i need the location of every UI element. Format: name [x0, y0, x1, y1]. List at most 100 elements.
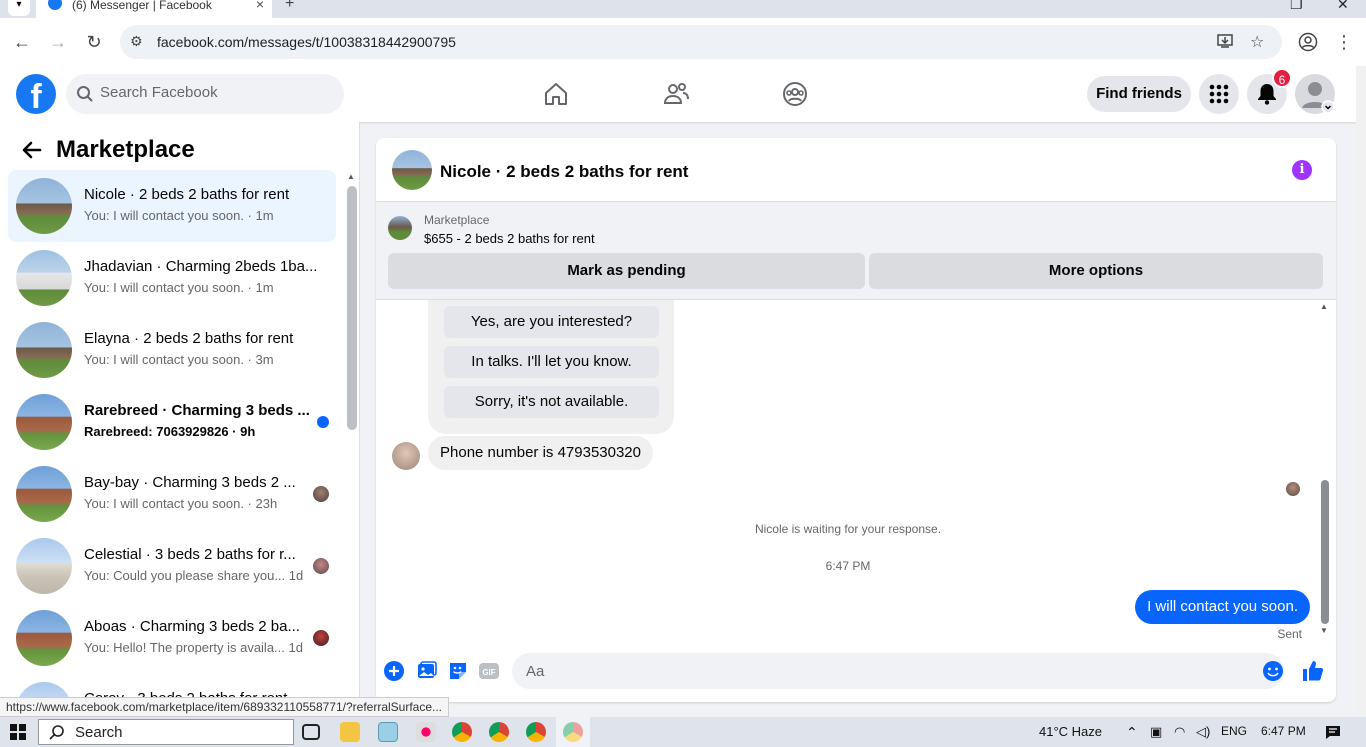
incoming-message: Phone number is 4793530320: [428, 436, 653, 470]
gif-icon[interactable]: GIF: [478, 660, 500, 682]
friends-icon[interactable]: [662, 80, 690, 108]
window-close-icon[interactable]: ✕: [1337, 0, 1349, 13]
conversation-name: Jhadavian · Charming 2beds 1ba...: [84, 258, 318, 275]
conversation-item[interactable]: Bay-bay · Charming 3 beds 2 ... You: I w…: [8, 458, 336, 530]
home-icon[interactable]: [542, 80, 570, 108]
chat-header: Nicole · 2 beds 2 baths for rent i: [376, 138, 1336, 202]
forward-arrow-icon[interactable]: →: [46, 30, 70, 54]
svg-text:GIF: GIF: [482, 668, 495, 677]
language-indicator[interactable]: ENG: [1221, 724, 1247, 738]
plus-circle-icon[interactable]: [383, 660, 405, 682]
conversation-name: Nicole · 2 beds 2 baths for rent: [84, 186, 290, 203]
browser-tab-bar: ▾ (6) Messenger | Facebook × + ❐ ✕: [0, 0, 1366, 18]
task-view-icon[interactable]: [302, 724, 320, 740]
install-app-icon[interactable]: [1216, 32, 1234, 50]
quick-reply-button[interactable]: Yes, are you interested?: [444, 306, 659, 338]
meet-now-icon[interactable]: ▣: [1150, 724, 1162, 740]
chat-title[interactable]: Nicole · 2 beds 2 baths for rent: [440, 162, 688, 182]
seen-avatar: [1286, 482, 1300, 496]
taskbar-search[interactable]: Search: [38, 719, 294, 745]
chat-avatar[interactable]: [392, 150, 432, 190]
facebook-search[interactable]: [66, 74, 344, 114]
conversation-name: Bay-bay · Charming 3 beds 2 ...: [84, 474, 296, 491]
notifications-center-icon[interactable]: [1325, 725, 1341, 739]
listing-thumbnail: [16, 394, 72, 450]
chrome-icon[interactable]: [489, 722, 509, 742]
facebook-logo-icon[interactable]: f: [16, 74, 56, 114]
back-arrow-icon[interactable]: [20, 138, 44, 162]
chrome-icon[interactable]: [526, 722, 546, 742]
windows-taskbar: Search 41°C Haze ⌃ ▣ ◠ ◁) ENG 6:47 PM: [0, 717, 1366, 747]
weather-text[interactable]: 41°C Haze: [1039, 724, 1102, 739]
file-explorer-icon[interactable]: [340, 722, 360, 742]
seen-avatar: [313, 486, 329, 502]
find-friends-button[interactable]: Find friends: [1087, 76, 1191, 112]
search-input[interactable]: [100, 84, 330, 101]
conversation-item[interactable]: Aboas · Charming 3 beds 2 ba... You: Hel…: [8, 602, 336, 674]
groups-icon[interactable]: [781, 80, 809, 108]
waiting-notice: Nicole is waiting for your response.: [754, 522, 942, 536]
status-bar-url: https://www.facebook.com/marketplace/ite…: [0, 697, 450, 717]
sender-avatar: [392, 442, 420, 470]
address-bar[interactable]: ⚙ facebook.com/messages/t/10038318442900…: [120, 25, 1282, 59]
page-scrollbar[interactable]: [1356, 66, 1366, 716]
tab-close-icon[interactable]: ×: [256, 0, 264, 12]
notepad-icon[interactable]: [378, 722, 398, 742]
browser-tab-messenger[interactable]: (6) Messenger | Facebook ×: [36, 0, 272, 18]
more-options-button[interactable]: More options: [869, 253, 1323, 289]
listing-price[interactable]: $655 - 2 beds 2 baths for rent: [424, 231, 595, 246]
sticker-icon[interactable]: [447, 660, 469, 682]
window-restore-icon[interactable]: ❐: [1290, 0, 1303, 13]
conversation-snippet: You: Hello! The property is availa... 1d: [84, 640, 303, 655]
listing-thumbnail: [16, 322, 72, 378]
mark-as-pending-button[interactable]: Mark as pending: [388, 253, 865, 289]
conversation-name: Elayna · 2 beds 2 baths for rent: [84, 330, 294, 347]
address-url[interactable]: facebook.com/messages/t/1003831844290079…: [157, 34, 456, 50]
conversation-item[interactable]: Elayna · 2 beds 2 baths for rent You: I …: [8, 314, 336, 386]
new-tab-icon[interactable]: +: [285, 0, 294, 13]
tab-search-button[interactable]: ▾: [8, 0, 30, 16]
conversation-item[interactable]: Celestial · 3 beds 2 baths for r... You:…: [8, 530, 336, 602]
outgoing-message: I will contact you soon.: [1135, 590, 1310, 624]
conversation-item[interactable]: Jhadavian · Charming 2beds 1ba... You: I…: [8, 242, 336, 314]
active-app-highlight: [556, 717, 590, 747]
conversation-name: Rarebreed · Charming 3 beds ...: [84, 402, 310, 419]
marketplace-sidebar: Marketplace Nicole · 2 beds 2 baths for …: [0, 122, 360, 716]
quick-reply-button[interactable]: In talks. I'll let you know.: [444, 346, 659, 378]
conversation-item[interactable]: Nicole · 2 beds 2 baths for rent You: I …: [8, 170, 336, 242]
thumbs-up-icon[interactable]: [1302, 660, 1324, 682]
scroll-up-arrow-icon[interactable]: ▲: [1320, 302, 1328, 311]
chrome-icon[interactable]: [452, 722, 472, 742]
emoji-icon[interactable]: [1262, 660, 1284, 682]
wifi-icon[interactable]: ◠: [1174, 724, 1185, 740]
account-avatar[interactable]: [1295, 74, 1335, 114]
back-arrow-icon[interactable]: ←: [10, 30, 34, 54]
profile-icon[interactable]: [1298, 32, 1318, 52]
bookmark-star-icon[interactable]: ☆: [1250, 32, 1264, 52]
message-input[interactable]: [512, 653, 1284, 689]
clock-time[interactable]: 6:47 PM: [1261, 724, 1306, 738]
scroll-up-arrow-icon[interactable]: ▲: [347, 172, 355, 181]
volume-icon[interactable]: ◁): [1196, 724, 1210, 740]
chevron-up-icon[interactable]: ⌃: [1126, 724, 1138, 741]
menu-grid-button[interactable]: [1199, 74, 1239, 114]
reload-icon[interactable]: ↻: [82, 30, 106, 54]
sent-status: Sent: [1277, 627, 1302, 641]
quick-reply-button[interactable]: Sorry, it's not available.: [444, 386, 659, 418]
paint-icon[interactable]: [416, 722, 436, 742]
info-icon[interactable]: i: [1292, 160, 1312, 180]
browser-menu-icon[interactable]: ⋮: [1332, 30, 1356, 54]
conversation-snippet: You: I will contact you soon. · 1m: [84, 280, 274, 295]
chat-panel: Nicole · 2 beds 2 baths for rent i Marke…: [376, 138, 1336, 702]
scroll-down-arrow-icon[interactable]: ▼: [1320, 626, 1328, 635]
photo-icon[interactable]: [416, 660, 438, 682]
sidebar-scrollbar-thumb[interactable]: [347, 186, 357, 430]
sidebar-title: Marketplace: [56, 136, 195, 163]
conversation-item[interactable]: Rarebreed · Charming 3 beds ... Rarebree…: [8, 386, 336, 458]
windows-start-icon[interactable]: [10, 724, 26, 740]
site-info-icon[interactable]: ⚙: [130, 33, 143, 50]
chat-scrollbar-thumb[interactable]: [1321, 480, 1329, 624]
grid-icon: [1209, 84, 1229, 104]
search-icon: [77, 86, 93, 102]
conversation-snippet: You: I will contact you soon. · 23h: [84, 496, 278, 511]
